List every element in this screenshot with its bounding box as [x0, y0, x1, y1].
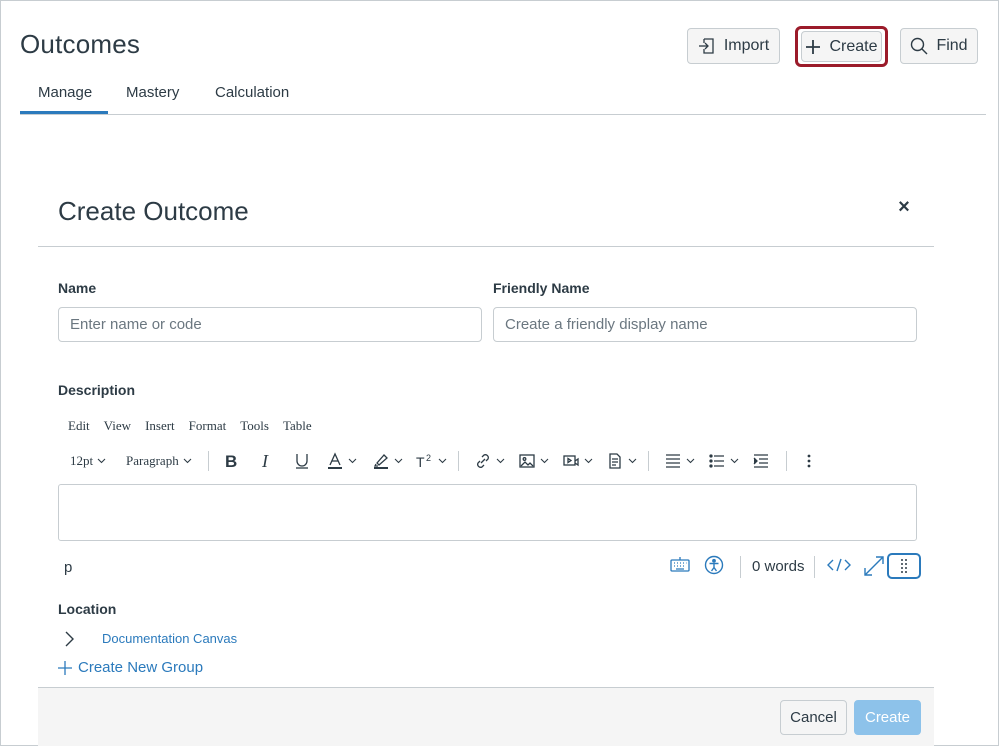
- search-icon: [911, 37, 928, 55]
- align-icon[interactable]: [664, 448, 695, 474]
- more-icon[interactable]: [806, 448, 812, 474]
- accessibility-icon[interactable]: [704, 555, 724, 580]
- modal-divider: [38, 246, 934, 247]
- italic-icon[interactable]: I: [260, 448, 274, 474]
- underline-icon[interactable]: [294, 448, 310, 474]
- bold-icon[interactable]: B: [224, 448, 240, 474]
- font-size-value: 12pt: [70, 453, 94, 468]
- editor-menubar: Edit View Insert Format Tools Table: [68, 418, 326, 434]
- document-icon[interactable]: [606, 448, 637, 474]
- import-button[interactable]: Import: [687, 28, 780, 64]
- find-button[interactable]: Find: [900, 28, 978, 64]
- tab-manage[interactable]: Manage: [38, 84, 92, 101]
- indent-icon[interactable]: [752, 448, 770, 474]
- plus-icon: [806, 39, 821, 54]
- highlight-icon[interactable]: [372, 448, 403, 474]
- toolbar-separator: [458, 451, 459, 471]
- toolbar-separator: [208, 451, 209, 471]
- page-title: Outcomes: [20, 29, 141, 59]
- word-count: 0 words: [752, 558, 805, 575]
- resize-handle-icon[interactable]: [887, 553, 921, 579]
- active-tab-indicator: [20, 111, 108, 114]
- friendly-name-label: Friendly Name: [493, 280, 590, 296]
- chevron-down-icon: [584, 458, 593, 464]
- chevron-down-icon: [394, 458, 403, 464]
- import-label: Import: [723, 37, 770, 54]
- svg-text:2: 2: [426, 453, 431, 463]
- submit-create-button[interactable]: Create: [854, 700, 921, 735]
- name-label: Name: [58, 280, 97, 296]
- plus-icon: [58, 660, 72, 675]
- image-icon[interactable]: [518, 448, 549, 474]
- cancel-button[interactable]: Cancel: [780, 700, 847, 735]
- svg-text:T: T: [416, 454, 425, 470]
- menu-view[interactable]: View: [104, 418, 131, 434]
- toolbar-separator: [648, 451, 649, 471]
- link-icon[interactable]: [474, 448, 505, 474]
- description-editor[interactable]: [58, 484, 917, 541]
- menu-edit[interactable]: Edit: [68, 418, 90, 434]
- statusbar-separator: [814, 556, 815, 578]
- modal-footer: Cancel Create: [38, 687, 934, 746]
- create-label: Create: [829, 37, 878, 55]
- chevron-down-icon: [97, 458, 106, 464]
- tab-calculation[interactable]: Calculation: [215, 84, 289, 101]
- chevron-down-icon: [540, 458, 549, 464]
- find-label: Find: [936, 37, 968, 54]
- location-group-link[interactable]: Documentation Canvas: [102, 631, 237, 646]
- html-editor-icon[interactable]: [827, 558, 851, 577]
- block-format-value: Paragraph: [126, 453, 179, 468]
- list-icon[interactable]: [708, 448, 739, 474]
- statusbar-separator: [740, 556, 741, 578]
- chevron-right-icon[interactable]: [64, 631, 74, 652]
- menu-format[interactable]: Format: [189, 418, 227, 434]
- menu-insert[interactable]: Insert: [145, 418, 175, 434]
- close-icon[interactable]: ×: [896, 197, 912, 217]
- name-input[interactable]: [58, 307, 482, 342]
- svg-text:I: I: [261, 452, 269, 470]
- media-icon[interactable]: [562, 448, 593, 474]
- chevron-down-icon: [438, 458, 447, 464]
- text-color-icon[interactable]: [326, 448, 357, 474]
- chevron-down-icon: [628, 458, 637, 464]
- create-button[interactable]: Create: [801, 31, 882, 62]
- element-path[interactable]: p: [64, 559, 72, 576]
- chevron-down-icon: [348, 458, 357, 464]
- tab-bar: Manage Mastery Calculation: [20, 76, 986, 115]
- keyboard-icon[interactable]: [670, 555, 690, 580]
- editor-toolbar: 12pt Paragraph B I T2: [64, 448, 934, 474]
- svg-text:B: B: [225, 452, 237, 470]
- modal-title: Create Outcome: [58, 196, 249, 226]
- chevron-down-icon: [496, 458, 505, 464]
- location-label: Location: [58, 601, 117, 617]
- create-new-group-button[interactable]: Create New Group: [58, 659, 203, 676]
- create-new-group-label: Create New Group: [78, 659, 204, 676]
- chevron-down-icon: [686, 458, 695, 464]
- menu-table[interactable]: Table: [283, 418, 312, 434]
- fullscreen-icon[interactable]: [863, 555, 885, 582]
- tab-mastery[interactable]: Mastery: [126, 84, 179, 101]
- toolbar-separator: [786, 451, 787, 471]
- create-outcome-modal: Create Outcome × Name Friendly Name Desc…: [38, 170, 934, 746]
- superscript-icon[interactable]: T2: [416, 448, 447, 474]
- chevron-down-icon: [183, 458, 192, 464]
- block-format-select[interactable]: Paragraph: [126, 448, 192, 474]
- import-icon: [698, 38, 714, 54]
- friendly-name-input[interactable]: [493, 307, 917, 342]
- chevron-down-icon: [730, 458, 739, 464]
- font-size-select[interactable]: 12pt: [70, 448, 106, 474]
- description-label: Description: [58, 382, 136, 398]
- menu-tools[interactable]: Tools: [240, 418, 269, 434]
